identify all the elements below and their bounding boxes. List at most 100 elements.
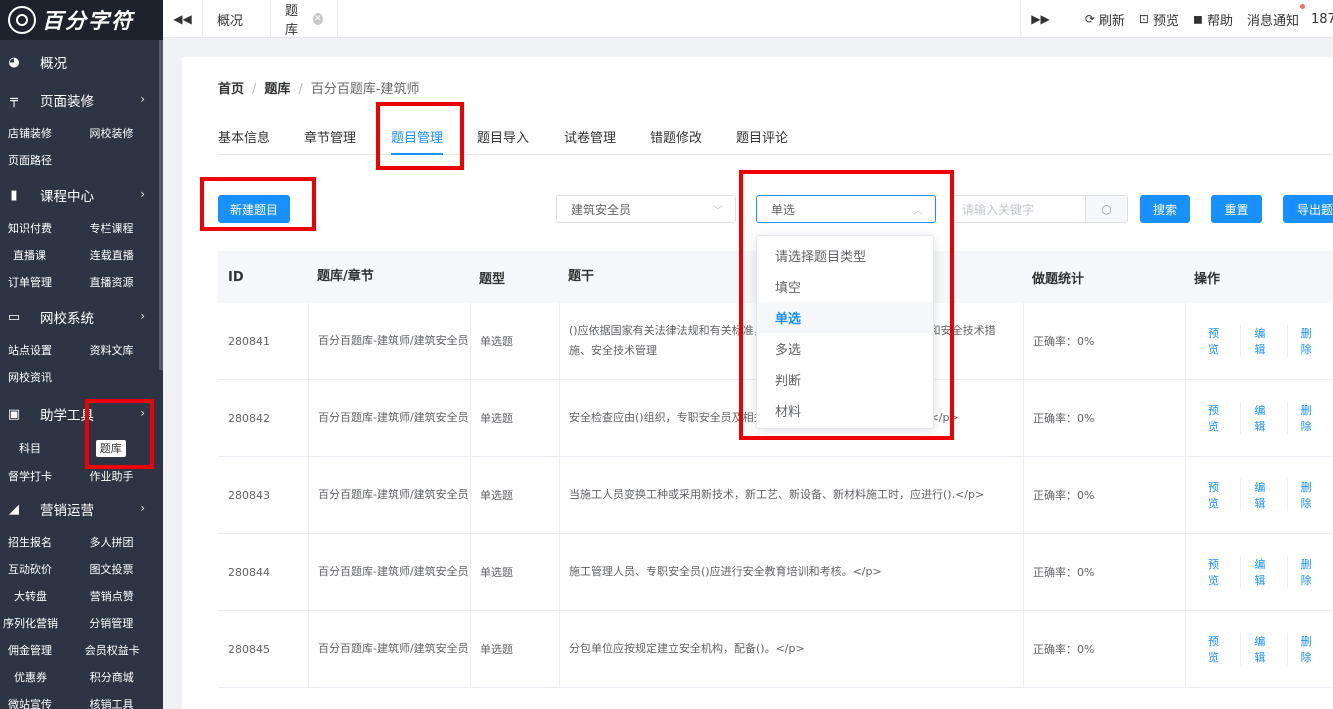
sidebar-subitem[interactable]: 页面路径 <box>0 152 88 168</box>
sidebar-subitem[interactable]: 知识付费 <box>0 220 82 236</box>
close-icon[interactable]: ✕ <box>312 13 323 25</box>
refresh-button[interactable]: ⟳ 刷新 <box>1085 10 1125 29</box>
delete-link[interactable]: 删除 <box>1288 633 1333 665</box>
sidebar-item-overview[interactable]: ◕ 概况 <box>0 43 163 81</box>
sidebar-subitem[interactable]: 直播资源 <box>82 274 164 290</box>
double-left-icon: ◀◀ <box>173 12 192 26</box>
sidebar-subitem[interactable]: 专栏课程 <box>82 220 164 236</box>
sidebar-subitem[interactable]: 订单管理 <box>0 274 82 290</box>
search-icon[interactable]: ○ <box>1085 196 1127 222</box>
sidebar-item-label: 概况 <box>40 56 67 72</box>
keyword-input[interactable]: 请输入关键字 <box>953 196 1085 222</box>
sidebar-item-page-decoration[interactable]: ╤ 页面装修 › <box>0 81 163 119</box>
dropdown-option-selected[interactable]: 单选 <box>757 302 933 333</box>
dropdown-option[interactable]: 判断 <box>757 364 933 395</box>
cell-stat: 正确率：0% <box>1033 412 1095 425</box>
sidebar-subitem[interactable]: 序列化营销 <box>0 615 81 631</box>
sidebar-subitem[interactable]: 营销点赞 <box>82 588 163 604</box>
sidebar-subitem[interactable]: 会员权益卡 <box>82 642 163 658</box>
sidebar-subitem[interactable]: 作业助手 <box>82 468 164 484</box>
edit-link[interactable]: 编辑 <box>1241 633 1288 665</box>
sidebar-subitem[interactable]: 站点设置 <box>0 342 82 358</box>
logo-icon <box>8 6 36 34</box>
sidebar-subitem[interactable]: 连载直播 <box>82 247 163 263</box>
sidebar-subitem[interactable]: 督学打卡 <box>0 468 82 484</box>
sidebar-subitem[interactable]: 资料文库 <box>82 342 164 358</box>
tab-overview[interactable]: 概况 <box>203 0 271 38</box>
breadcrumb-home[interactable]: 首页 <box>218 82 244 97</box>
tool-label: 预览 <box>1152 13 1179 29</box>
sidebar-item-course-center[interactable]: ▮ 课程中心 › <box>0 176 163 214</box>
sidebar-subitem[interactable]: 网校装修 <box>82 125 164 141</box>
tab-question-bank[interactable]: 题库 ✕ <box>271 0 338 38</box>
sidebar-subitem[interactable]: 图文投票 <box>82 561 164 577</box>
logo[interactable]: 百分字符 <box>0 0 163 40</box>
sidebar-subitem[interactable]: 优惠券 <box>0 669 82 685</box>
edit-link[interactable]: 编辑 <box>1241 325 1288 357</box>
export-button[interactable]: 导出题目 <box>1283 195 1333 223</box>
scroll-tabs-left-button[interactable]: ◀◀ <box>163 0 203 38</box>
preview-link[interactable]: 预览 <box>1195 633 1242 665</box>
sidebar-subitem[interactable]: 网校资讯 <box>0 369 88 385</box>
sidebar-subitem-active[interactable]: 题库 <box>95 439 126 457</box>
sidebar-item-school-system[interactable]: ▭ 网校系统 › <box>0 298 163 336</box>
delete-link[interactable]: 删除 <box>1288 556 1333 588</box>
preview-link[interactable]: 预览 <box>1195 402 1242 434</box>
sidebar-subitem[interactable]: 直播课 <box>0 247 82 263</box>
sidebar-item-label: 课程中心 <box>40 189 94 205</box>
tab-question-management[interactable]: 题目管理 <box>391 127 443 146</box>
tab-wrong-question-edit[interactable]: 错题修改 <box>650 127 702 146</box>
question-type-select[interactable]: 单选 ︿ <box>756 195 936 223</box>
scroll-tabs-right-button[interactable]: ▶▶ <box>1020 0 1060 38</box>
help-button[interactable]: ◼ 帮助 <box>1193 10 1233 29</box>
header-actions: 操作 <box>1194 271 1221 287</box>
sidebar-subitem[interactable]: 店铺装修 <box>0 125 82 141</box>
sidebar-subitem[interactable]: 多人拼团 <box>82 534 164 550</box>
edit-link[interactable]: 编辑 <box>1241 402 1288 434</box>
delete-link[interactable]: 删除 <box>1288 402 1333 434</box>
dropdown-option[interactable]: 材料 <box>757 395 933 426</box>
sidebar-subitem[interactable]: 互动砍价 <box>0 561 82 577</box>
dropdown-option[interactable]: 多选 <box>757 333 933 364</box>
sidebar-subitem[interactable]: 大转盘 <box>0 588 82 604</box>
reset-button[interactable]: 重置 <box>1211 195 1262 223</box>
sidebar-subitem[interactable]: 积分商城 <box>82 669 163 685</box>
sidebar-subitem[interactable]: 招生报名 <box>0 534 82 550</box>
tab-chapters[interactable]: 章节管理 <box>304 127 356 146</box>
edit-link[interactable]: 编辑 <box>1241 556 1288 588</box>
new-question-button[interactable]: 新建题目 <box>218 195 290 223</box>
search-button[interactable]: 搜索 <box>1140 195 1190 223</box>
preview-button[interactable]: ⊡ 预览 <box>1139 10 1179 29</box>
sidebar-subitem[interactable]: 佣金管理 <box>0 642 82 658</box>
category-select[interactable]: 建筑安全员 ﹀ <box>556 195 736 223</box>
breadcrumb-bank[interactable]: 题库 <box>264 82 290 97</box>
sidebar-subitem[interactable]: 分销管理 <box>81 615 163 631</box>
help-icon: ◼ <box>1193 12 1203 26</box>
notification-button[interactable]: 消息通知 <box>1247 3 1305 29</box>
preview-link[interactable]: 预览 <box>1195 556 1242 588</box>
tab-basic-info[interactable]: 基本信息 <box>218 127 270 146</box>
tab-question-import[interactable]: 题目导入 <box>477 127 529 146</box>
sidebar-subitem[interactable]: 微站宣传 <box>0 696 82 709</box>
sidebar-item-marketing[interactable]: ◢ 营销运营 › <box>0 490 163 528</box>
cell-type: 单选题 <box>480 335 513 348</box>
delete-link[interactable]: 删除 <box>1288 479 1333 511</box>
sidebar-item-label: 页面装修 <box>40 94 94 110</box>
tool-label: 刷新 <box>1098 13 1125 29</box>
delete-link[interactable]: 删除 <box>1288 325 1333 357</box>
tab-question-comments[interactable]: 题目评论 <box>736 127 788 146</box>
sidebar-subitem[interactable]: 科目 <box>0 440 82 456</box>
top-bar: ◀◀ 概况 题库 ✕ ▶▶ ⟳ 刷新 ⊡ 预览 ◼ 帮助 消息通知 187 <box>163 0 1333 38</box>
sidebar-subitem[interactable]: 核销工具 <box>82 696 164 709</box>
dropdown-option[interactable]: 填空 <box>757 271 933 302</box>
dropdown-option[interactable]: 请选择题目类型 <box>757 240 933 271</box>
keyword-search: 请输入关键字 ○ <box>952 195 1128 223</box>
table-row: 280844 百分百题库-建筑师/建筑安全员 单选题 施工管理人员、专职安全员()应进… <box>218 534 1333 611</box>
edit-link[interactable]: 编辑 <box>1241 479 1288 511</box>
header-bank: 题库/章节 <box>317 269 374 284</box>
tab-exam-management[interactable]: 试卷管理 <box>564 127 616 146</box>
preview-link[interactable]: 预览 <box>1195 479 1242 511</box>
preview-link[interactable]: 预览 <box>1195 325 1242 357</box>
sidebar-item-study-tools[interactable]: ▣ 助学工具 › <box>0 395 163 433</box>
user-account[interactable]: 187 <box>1311 12 1333 27</box>
